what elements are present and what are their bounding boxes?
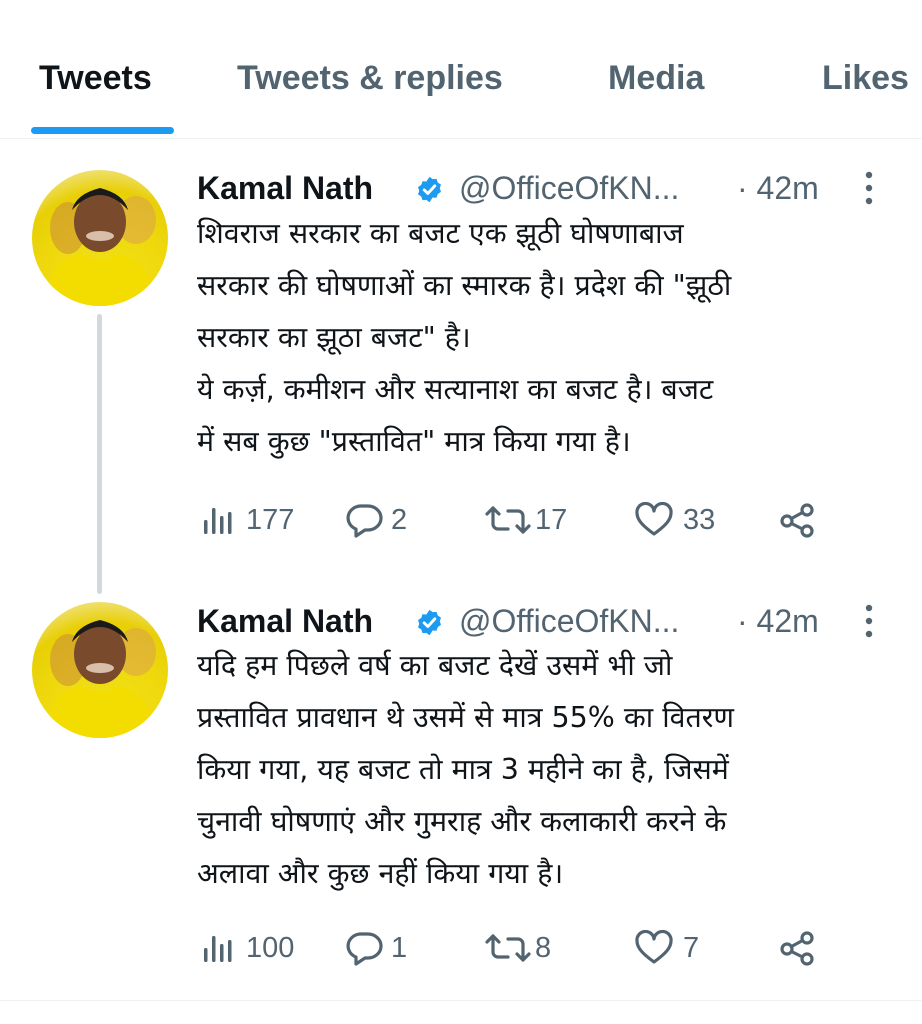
avatar-photo <box>42 188 158 306</box>
heart-icon <box>635 930 673 964</box>
verified-badge-icon <box>418 176 441 203</box>
active-tab-indicator <box>31 127 174 134</box>
reply-count: 2 <box>391 504 408 536</box>
tweet[interactable]: Kamal Nath @OfficeOfKN... · 42m यदि हम प… <box>0 574 922 1000</box>
tweet-actions: 100 1 8 7 <box>200 926 840 970</box>
share-icon <box>780 931 814 966</box>
views-icon <box>204 508 232 534</box>
author-handle[interactable]: @OfficeOfKN... <box>459 166 679 210</box>
like-count: 7 <box>683 932 700 964</box>
views-icon <box>204 936 232 962</box>
tweet-timestamp[interactable]: · 42m <box>737 599 819 643</box>
thread-connector-line <box>97 314 102 594</box>
tweet-divider <box>0 1000 922 1001</box>
more-options-icon[interactable] <box>861 601 877 641</box>
tab-likes[interactable]: Likes <box>822 56 909 100</box>
tweet-text: यदि हम पिछले वर्ष का बजट देखें उसमें भी … <box>197 649 734 890</box>
tweet-actions: 177 2 17 33 <box>200 498 840 542</box>
retweet-count: 17 <box>535 504 568 536</box>
views-count: 177 <box>246 504 295 536</box>
reply-count: 1 <box>391 932 408 964</box>
avatar-photo <box>42 620 158 738</box>
author-name[interactable]: Kamal Nath <box>197 599 373 643</box>
author-handle[interactable]: @OfficeOfKN... <box>459 599 679 643</box>
verified-badge-icon <box>418 609 441 636</box>
profile-tab-bar: Tweets Tweets & replies Media Likes <box>0 0 922 139</box>
avatar[interactable] <box>32 602 168 738</box>
reply-icon <box>346 504 383 538</box>
like-count: 33 <box>683 504 716 536</box>
tweet-text: शिवराज सरकार का बजट एक झूठी घोषणाबाज सरक… <box>197 217 732 458</box>
heart-icon <box>635 502 673 536</box>
tab-media[interactable]: Media <box>608 56 704 100</box>
tab-tweets-and-replies[interactable]: Tweets & replies <box>237 56 503 100</box>
tweet[interactable]: Kamal Nath @OfficeOfKN... · 42m शिवराज स… <box>0 140 922 594</box>
tweet-timestamp[interactable]: · 42m <box>737 166 819 210</box>
retweet-count: 8 <box>535 932 552 964</box>
share-icon <box>780 503 814 538</box>
tab-tweets[interactable]: Tweets <box>39 56 152 100</box>
retweet-icon <box>485 934 531 962</box>
views-count: 100 <box>246 932 295 964</box>
avatar[interactable] <box>32 170 168 306</box>
reply-icon <box>346 932 383 966</box>
retweet-icon <box>485 506 531 534</box>
author-name[interactable]: Kamal Nath <box>197 166 373 210</box>
more-options-icon[interactable] <box>861 168 877 208</box>
